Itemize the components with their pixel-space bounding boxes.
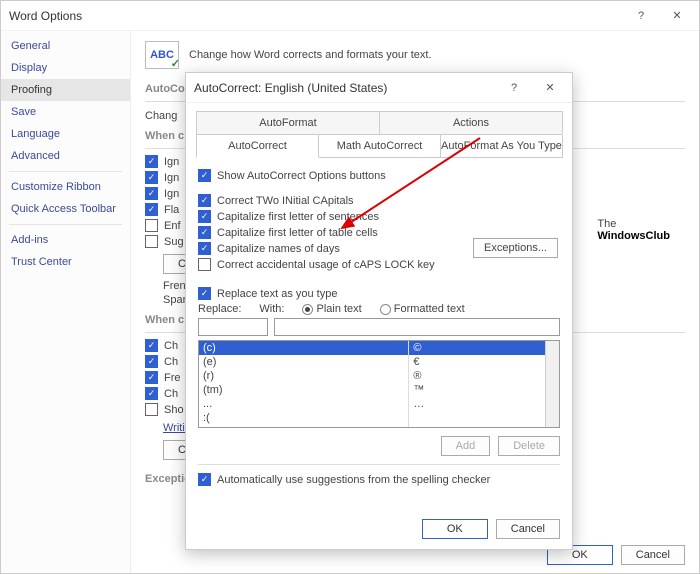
exceptions-button[interactable]: Exceptions... (473, 238, 558, 258)
sidebar-item-advanced[interactable]: Advanced (1, 145, 130, 167)
label-sentence: Capitalize first letter of sentences (217, 211, 379, 223)
sidebar-item-language[interactable]: Language (1, 123, 130, 145)
check-ign1[interactable] (145, 155, 158, 168)
help-button[interactable]: ? (627, 6, 655, 26)
check-ch2[interactable] (145, 355, 158, 368)
tab-actions[interactable]: Actions (379, 111, 563, 134)
check-two-initial[interactable] (198, 194, 211, 207)
close-button[interactable]: ✕ (663, 6, 691, 26)
label-caps-lock: Correct accidental usage of cAPS LOCK ke… (217, 259, 435, 271)
label-table-cells: Capitalize first letter of table cells (217, 227, 378, 239)
ac-close-button[interactable]: ✕ (536, 78, 564, 98)
label-two-initial: Correct TWo INitial CApitals (217, 195, 354, 207)
add-button[interactable]: Add (441, 436, 491, 456)
check-ch1[interactable] (145, 339, 158, 352)
check-enf[interactable] (145, 219, 158, 232)
check-sentence[interactable] (198, 210, 211, 223)
check-replace-as-type[interactable] (198, 287, 211, 300)
check-fre[interactable] (145, 371, 158, 384)
tab-autocorrect[interactable]: AutoCorrect (196, 135, 319, 158)
label-with: With: (259, 303, 284, 315)
sidebar-item-display[interactable]: Display (1, 57, 130, 79)
options-titlebar: Word Options ? ✕ (1, 1, 699, 31)
sidebar-item-quick-access[interactable]: Quick Access Toolbar (1, 198, 130, 220)
options-sidebar: General Display Proofing Save Language A… (1, 31, 131, 573)
options-header-text: Change how Word corrects and formats you… (189, 49, 432, 61)
replace-input[interactable] (198, 318, 268, 336)
label-days: Capitalize names of days (217, 243, 340, 255)
list-scrollbar[interactable] (545, 341, 559, 427)
tab-autoformat[interactable]: AutoFormat (196, 111, 380, 134)
options-title: Word Options (9, 9, 627, 23)
delete-button[interactable]: Delete (498, 436, 560, 456)
windowsclub-logo: The WindowsClub (597, 218, 670, 242)
ac-titlebar: AutoCorrect: English (United States) ? ✕ (186, 73, 572, 103)
radio-formatted-text (380, 304, 391, 315)
sidebar-item-general[interactable]: General (1, 35, 130, 57)
check-ign2[interactable] (145, 171, 158, 184)
tab-math-autocorrect[interactable]: Math AutoCorrect (318, 135, 441, 158)
check-spell-suggestions[interactable] (198, 473, 211, 486)
with-input[interactable] (274, 318, 560, 336)
sidebar-item-addins[interactable]: Add-ins (1, 229, 130, 251)
label-replace-as-type: Replace text as you type (217, 288, 337, 300)
ac-cancel-button[interactable]: Cancel (496, 519, 560, 539)
check-sho[interactable] (145, 403, 158, 416)
autocorrect-dialog: AutoCorrect: English (United States) ? ✕… (185, 72, 573, 550)
check-fla[interactable] (145, 203, 158, 216)
check-caps-lock[interactable] (198, 258, 211, 271)
check-ch3[interactable] (145, 387, 158, 400)
tab-autoformat-as-you-type[interactable]: AutoFormat As You Type (440, 135, 563, 158)
check-days[interactable] (198, 242, 211, 255)
label-replace: Replace: (198, 303, 241, 315)
check-show-options[interactable] (198, 169, 211, 182)
sidebar-item-trust-center[interactable]: Trust Center (1, 251, 130, 273)
abc-check-icon: ABC (145, 41, 179, 69)
radio-plain-text (302, 304, 313, 315)
options-cancel-button[interactable]: Cancel (621, 545, 685, 565)
sidebar-item-proofing[interactable]: Proofing (1, 79, 130, 101)
label-spell-suggestions: Automatically use suggestions from the s… (217, 474, 490, 486)
ac-title: AutoCorrect: English (United States) (194, 81, 500, 95)
check-ign3[interactable] (145, 187, 158, 200)
ac-ok-button[interactable]: OK (422, 519, 488, 539)
autocorrect-list[interactable]: (c)© (e)€ (r)® (tm)™ ...… :( * (198, 340, 560, 428)
check-sug[interactable] (145, 235, 158, 248)
label-show-options: Show AutoCorrect Options buttons (217, 170, 386, 182)
sidebar-item-customize-ribbon[interactable]: Customize Ribbon (1, 176, 130, 198)
check-table-cells[interactable] (198, 226, 211, 239)
sidebar-item-save[interactable]: Save (1, 101, 130, 123)
ac-help-button[interactable]: ? (500, 78, 528, 98)
